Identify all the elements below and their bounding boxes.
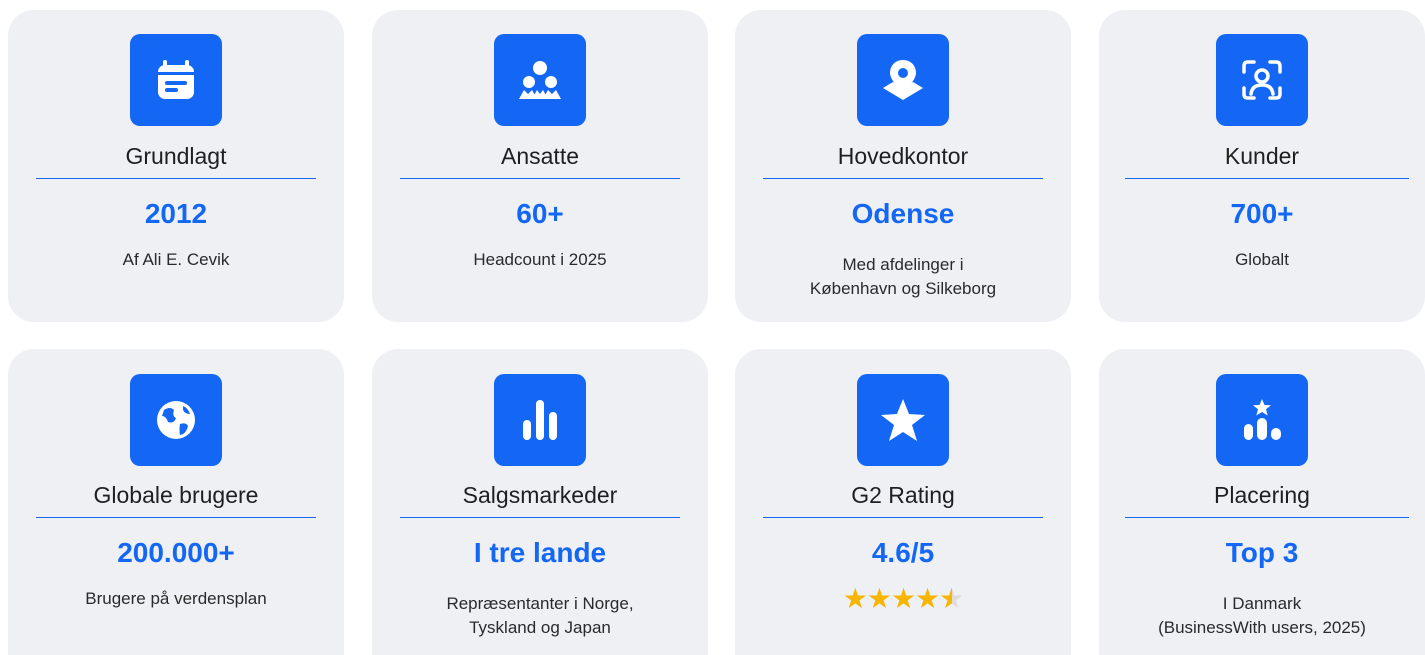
- card-label: Salgsmarkeder: [462, 482, 618, 508]
- divider: [1125, 178, 1409, 179]
- card-value: 200.000+: [117, 537, 235, 568]
- card-description: Repræsentanter i Norge, Tyskland og Japan: [446, 594, 634, 637]
- star-full-icon: ★: [915, 583, 940, 614]
- card-label: Placering: [1214, 482, 1310, 508]
- star-full-icon: ★: [866, 583, 892, 614]
- globe-icon: [130, 374, 222, 466]
- card-label: G2 Rating: [851, 482, 955, 508]
- divider: [400, 178, 680, 179]
- calendar-icon: [130, 34, 222, 126]
- podium-star-icon: [1216, 374, 1308, 466]
- people-group-icon: [494, 34, 586, 126]
- star-half-icon: ★: [939, 585, 964, 614]
- card-label: Kunder: [1224, 143, 1300, 169]
- star-icon: [857, 374, 949, 466]
- card-description: Med afdelinger i København og Silkeborg: [809, 255, 997, 298]
- stat-card-customers: Kunder 700+ Globalt: [1099, 10, 1425, 322]
- card-value: 4.6/5: [871, 537, 935, 568]
- card-label: Ansatte: [501, 143, 579, 169]
- stat-card-ranking: Placering Top 3 I Danmark (BusinessWith u…: [1099, 349, 1425, 655]
- bar-chart-icon: [494, 374, 586, 466]
- stat-card-global-users: Globale brugere 200.000+ Brugere på verd…: [8, 349, 344, 655]
- card-description: Headcount i 2025: [473, 250, 607, 269]
- card-value: Top 3: [1225, 537, 1299, 568]
- divider: [36, 517, 316, 518]
- card-label: Grundlagt: [125, 143, 227, 169]
- card-value: 700+: [1230, 198, 1294, 229]
- user-scan-icon: [1216, 34, 1308, 126]
- card-value: Odense: [851, 198, 955, 229]
- stat-card-headquarters: Hovedkontor Odense Med afdelinger i Køben…: [735, 10, 1071, 322]
- card-description: Globalt: [1235, 250, 1289, 269]
- card-description: Brugere på verdensplan: [85, 589, 267, 608]
- card-description: Af Ali E. Cevik: [122, 250, 230, 269]
- card-value: I tre lande: [473, 537, 607, 568]
- divider: [763, 517, 1043, 518]
- divider: [36, 178, 316, 179]
- star-full-icon: ★: [890, 583, 916, 614]
- card-value: 2012: [144, 198, 208, 229]
- star-full-icon: ★: [842, 583, 868, 614]
- card-value: 60+: [516, 198, 564, 229]
- divider: [400, 517, 680, 518]
- divider: [1125, 517, 1409, 518]
- card-label: Globale brugere: [93, 482, 259, 508]
- card-description: I Danmark (BusinessWith users, 2025): [1158, 594, 1366, 637]
- star-rating: ★★★★★: [735, 583, 1071, 614]
- location-pin-icon: [857, 34, 949, 126]
- stat-card-founded: Grundlagt 2012 Af Ali E. Cevik: [8, 10, 344, 322]
- stat-card-g2-rating: G2 Rating 4.6/5 ★★★★★: [735, 349, 1071, 655]
- stat-card-employees: Ansatte 60+ Headcount i 2025: [372, 10, 708, 322]
- card-label: Hovedkontor: [837, 143, 969, 169]
- stat-card-sales-markets: Salgsmarkeder I tre lande Repræsentanter…: [372, 349, 708, 655]
- divider: [763, 178, 1043, 179]
